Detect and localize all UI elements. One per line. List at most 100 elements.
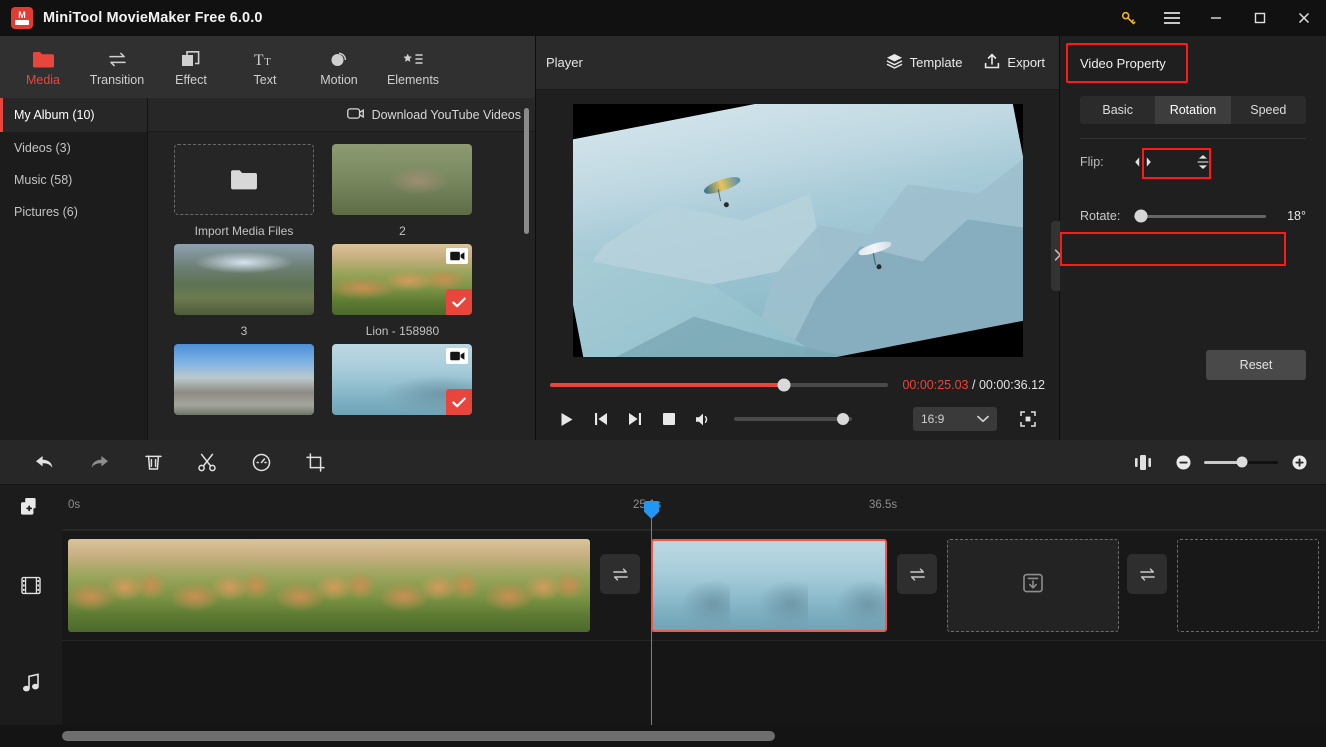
tab-elements-label: Elements: [386, 72, 440, 87]
previous-frame-button[interactable]: [584, 402, 618, 436]
import-dropzone[interactable]: [174, 144, 314, 215]
video-badge-icon: [446, 348, 469, 364]
menu-icon[interactable]: [1150, 0, 1194, 36]
volume-handle[interactable]: [836, 413, 849, 425]
drop-slot-2[interactable]: [1177, 539, 1319, 632]
video-badge-icon: [446, 248, 469, 264]
video-property-header: Video Property: [1060, 36, 1326, 90]
rotate-slider[interactable]: [1134, 209, 1266, 223]
timeline-zoom-slider[interactable]: [1204, 456, 1278, 468]
tab-speed-label: Speed: [1250, 103, 1287, 117]
media-item-lion[interactable]: Lion - 158980: [332, 244, 473, 338]
media-thumbnail[interactable]: [174, 244, 314, 315]
crop-button[interactable]: [288, 440, 342, 485]
tab-basic[interactable]: Basic: [1080, 96, 1155, 124]
timeline-zoom-controls: [1116, 440, 1326, 485]
media-item-6[interactable]: [332, 344, 473, 438]
zoom-handle[interactable]: [1236, 456, 1248, 468]
audio-track[interactable]: [62, 640, 1326, 725]
media-item-3[interactable]: 3: [174, 244, 314, 338]
download-youtube-button[interactable]: Download YouTube Videos: [148, 98, 535, 132]
media-item-2[interactable]: 2: [332, 144, 473, 238]
media-thumbnail[interactable]: [332, 144, 473, 215]
tab-rotation[interactable]: Rotation: [1155, 96, 1231, 124]
play-button[interactable]: [550, 402, 584, 436]
seek-handle[interactable]: [777, 378, 791, 392]
rotate-handle[interactable]: [1134, 209, 1148, 223]
media-scrollbar[interactable]: [524, 108, 529, 234]
redo-button[interactable]: [72, 440, 126, 485]
zoom-plus-icon[interactable]: [1286, 440, 1312, 485]
video-track[interactable]: [62, 530, 1326, 640]
tab-media[interactable]: Media: [6, 36, 80, 98]
fit-timeline-icon[interactable]: [1116, 440, 1170, 485]
stop-button[interactable]: [652, 402, 686, 436]
folder-icon: [231, 170, 257, 190]
media-item-5[interactable]: [174, 344, 314, 438]
table-row[interactable]: [68, 539, 590, 632]
sidebar-item-music[interactable]: Music (58): [0, 164, 147, 196]
transition-slot-2[interactable]: [897, 554, 937, 594]
tab-effect[interactable]: Effect: [154, 36, 228, 98]
minimize-icon[interactable]: [1194, 0, 1238, 36]
aspect-ratio-select[interactable]: 16:9: [913, 407, 997, 431]
paraglider-lines: [872, 252, 876, 265]
media-thumbnail[interactable]: [332, 344, 473, 415]
maximize-icon[interactable]: [1238, 0, 1282, 36]
timeline-horizontal-scrollbar[interactable]: [62, 731, 775, 741]
media-thumbnail[interactable]: [174, 344, 314, 415]
album-label: Music (58): [14, 173, 73, 187]
media-item-caption: [332, 424, 472, 438]
sidebar-item-videos[interactable]: Videos (3): [0, 132, 147, 164]
flip-vertical-icon[interactable]: [1184, 153, 1222, 171]
time-separator: /: [971, 378, 976, 392]
key-icon[interactable]: [1106, 0, 1150, 36]
window-controls: [1106, 0, 1326, 36]
table-row[interactable]: [651, 539, 887, 632]
seek-slider[interactable]: [550, 378, 889, 392]
fullscreen-icon[interactable]: [1011, 402, 1045, 436]
timeline-ruler[interactable]: 0s 25.1s 36.5s: [62, 485, 1326, 530]
selected-check-icon[interactable]: [446, 389, 473, 415]
zoom-minus-icon[interactable]: [1170, 440, 1196, 485]
ruler-tick: 36.5s: [869, 499, 898, 511]
next-frame-button[interactable]: [618, 402, 652, 436]
export-button[interactable]: Export: [984, 53, 1045, 72]
sidebar-item-my-album[interactable]: My Album (10): [0, 98, 147, 132]
media-grid: Import Media Files 2 3 Lion - 158980: [148, 132, 535, 440]
media-thumbnail[interactable]: [332, 244, 473, 315]
player-header: Player Template Export: [536, 36, 1059, 90]
tab-speed[interactable]: Speed: [1231, 96, 1306, 124]
video-preview[interactable]: [572, 103, 1023, 357]
delete-button[interactable]: [126, 440, 180, 485]
drop-slot-1[interactable]: [947, 539, 1119, 632]
selected-check-icon[interactable]: [446, 289, 473, 315]
add-track-icon[interactable]: [20, 497, 41, 522]
template-button[interactable]: Template: [886, 53, 962, 72]
volume-button[interactable]: [686, 402, 720, 436]
speed-button[interactable]: [234, 440, 288, 485]
ruler-tick: 0s: [68, 499, 81, 511]
close-icon[interactable]: [1282, 0, 1326, 36]
tab-text[interactable]: T T Text: [228, 36, 302, 98]
reset-label: Reset: [1239, 358, 1273, 372]
split-button[interactable]: [180, 440, 234, 485]
tab-transition-label: Transition: [89, 72, 145, 87]
sidebar-item-pictures[interactable]: Pictures (6): [0, 196, 147, 228]
volume-slider[interactable]: [734, 413, 852, 425]
reset-button[interactable]: Reset: [1206, 350, 1306, 380]
media-panel: Media Transition Effect T T Text Motion …: [0, 36, 536, 440]
rotate-row: Rotate: 18°: [1080, 201, 1306, 231]
media-item-import[interactable]: Import Media Files: [174, 144, 314, 238]
flip-horizontal-icon[interactable]: [1124, 155, 1162, 169]
page-title: Video Property: [1080, 55, 1166, 71]
transition-slot-3[interactable]: [1127, 554, 1167, 594]
playhead[interactable]: [644, 501, 659, 725]
tab-elements[interactable]: Elements: [376, 36, 450, 98]
undo-button[interactable]: [18, 440, 72, 485]
transition-slot-1[interactable]: [600, 554, 640, 594]
youtube-download-icon: [346, 107, 364, 123]
tab-motion[interactable]: Motion: [302, 36, 376, 98]
tab-transition[interactable]: Transition: [80, 36, 154, 98]
timeline-scroll-area: [0, 725, 1326, 747]
